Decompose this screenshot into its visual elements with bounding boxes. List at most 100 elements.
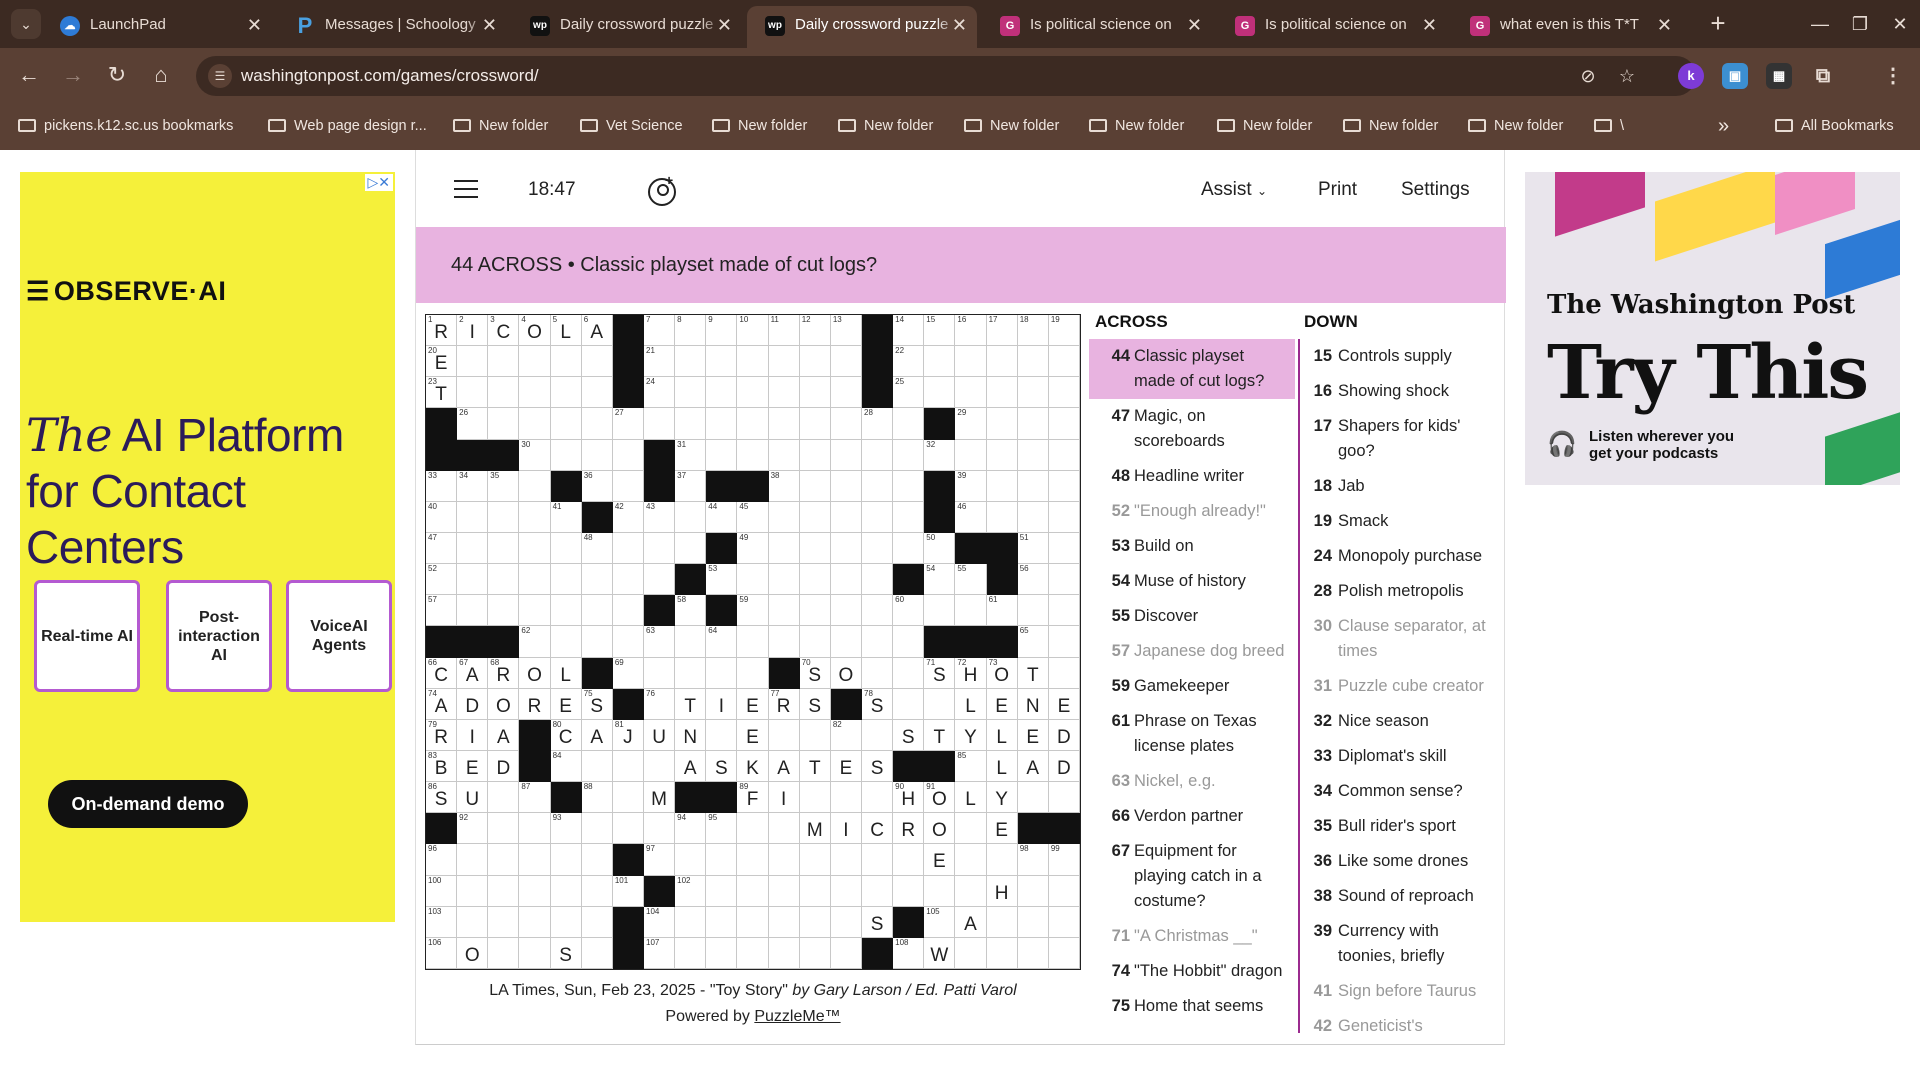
grid-cell[interactable] [519,533,551,565]
grid-cell[interactable] [519,844,551,876]
grid-cell[interactable] [1048,937,1080,969]
grid-cell[interactable] [581,906,613,938]
grid-cell[interactable] [612,813,644,845]
grid-cell[interactable] [457,906,489,938]
clue-item[interactable]: 33 Diplomat's skill [1300,739,1498,774]
grid-cell[interactable]: 91 O [924,782,956,814]
grid-cell[interactable] [550,875,582,907]
grid-cell[interactable] [830,377,862,409]
grid-cell[interactable]: 53 [706,564,738,596]
grid-cell[interactable] [581,626,613,658]
clue-item[interactable]: 54 Muse of history [1089,564,1295,599]
grid-cell[interactable] [488,595,520,627]
grid-cell[interactable] [519,595,551,627]
grid-cell[interactable] [768,408,800,440]
grid-cell[interactable] [924,875,956,907]
grid-cell[interactable]: T [799,751,831,783]
grid-cell[interactable]: A [675,751,707,783]
grid-cell[interactable]: A [488,719,520,751]
grid-cell[interactable] [457,377,489,409]
grid-cell[interactable] [799,470,831,502]
grid-cell[interactable] [1048,595,1080,627]
browser-tab[interactable]: G Is political science on ✕ [982,6,1212,48]
grid-cell[interactable]: 82 [830,719,862,751]
grid-cell[interactable]: 36 [581,470,613,502]
grid-cell[interactable]: 54 [924,564,956,596]
grid-cell[interactable] [799,377,831,409]
adchoices-icon[interactable]: ▷✕ [364,174,393,191]
grid-cell[interactable]: 92 [457,813,489,845]
grid-cell[interactable]: 60 [893,595,925,627]
grid-cell[interactable] [612,533,644,565]
grid-cell[interactable] [1048,470,1080,502]
new-tab-button[interactable]: + [1702,8,1734,40]
grid-cell[interactable] [706,937,738,969]
grid-cell[interactable] [768,595,800,627]
home-icon[interactable]: ⌂ [146,60,176,90]
reload-icon[interactable]: ↻ [102,60,132,90]
clue-item[interactable]: 17 Shapers for kids' goo? [1300,409,1498,469]
grid-cell[interactable]: E [737,719,769,751]
grid-cell[interactable] [1017,439,1049,471]
browser-tab[interactable]: wp Daily crossword puzzle ✕ [512,6,742,48]
grid-cell[interactable]: W [924,937,956,969]
grid-cell[interactable]: M [644,782,676,814]
grid-cell[interactable] [768,346,800,378]
grid-cell[interactable] [955,875,987,907]
grid-cell[interactable] [799,501,831,533]
grid-cell[interactable] [581,751,613,783]
grid-cell[interactable] [768,937,800,969]
grid-cell[interactable]: N [1017,688,1049,720]
grid-cell[interactable]: 3C [488,315,520,347]
grid-cell[interactable] [799,626,831,658]
grid-cell[interactable] [737,564,769,596]
grid-cell[interactable]: 11 [768,315,800,347]
grid-cell[interactable]: 38 [768,470,800,502]
bookmark-item[interactable]: Vet Science [580,102,683,150]
grid-cell[interactable] [644,813,676,845]
clue-item[interactable]: 19 Smack [1300,504,1498,539]
grid-cell[interactable] [581,875,613,907]
address-bar[interactable]: ☰ washingtonpost.com/games/crossword/ ⊘ … [196,56,1696,96]
close-tab-icon[interactable]: ✕ [482,6,497,44]
grid-cell[interactable] [675,657,707,689]
grid-cell[interactable] [768,377,800,409]
grid-cell[interactable] [581,564,613,596]
clue-item[interactable]: 67 Equipment for playing catch in a costu… [1089,834,1295,919]
grid-cell[interactable] [986,346,1018,378]
browser-tab[interactable]: ☁ LaunchPad ✕ [42,6,272,48]
grid-cell[interactable] [519,564,551,596]
grid-cell[interactable]: 79 R [426,719,458,751]
close-tab-icon[interactable]: ✕ [952,6,967,44]
grid-cell[interactable]: D [1048,751,1080,783]
grid-cell[interactable] [768,719,800,751]
bookmark-item[interactable]: \ [1594,102,1624,150]
grid-cell[interactable] [488,906,520,938]
clue-item[interactable]: 24 Monopoly purchase [1300,539,1498,574]
grid-cell[interactable] [893,626,925,658]
grid-cell[interactable]: 14 [893,315,925,347]
bookmark-item[interactable]: New folder [1089,102,1184,150]
grid-cell[interactable] [830,937,862,969]
grid-cell[interactable]: 105 [924,906,956,938]
grid-cell[interactable] [924,595,956,627]
grid-cell[interactable] [644,657,676,689]
clue-item[interactable]: 57 Japanese dog breed [1089,634,1295,669]
grid-cell[interactable]: 62 [519,626,551,658]
grid-cell[interactable]: 24 [644,377,676,409]
grid-cell[interactable] [986,377,1018,409]
grid-cell[interactable]: 21 [644,346,676,378]
grid-cell[interactable] [488,813,520,845]
grid-cell[interactable] [1048,346,1080,378]
grid-cell[interactable]: E [1017,719,1049,751]
grid-cell[interactable]: 75 S [581,688,613,720]
grid-cell[interactable]: 8 [675,315,707,347]
grid-cell[interactable] [955,439,987,471]
grid-cell[interactable] [550,595,582,627]
grid-cell[interactable] [519,875,551,907]
grid-cell[interactable] [457,844,489,876]
grid-cell[interactable]: O [830,657,862,689]
grid-cell[interactable] [830,844,862,876]
grid-cell[interactable]: H [986,875,1018,907]
grid-cell[interactable] [675,377,707,409]
